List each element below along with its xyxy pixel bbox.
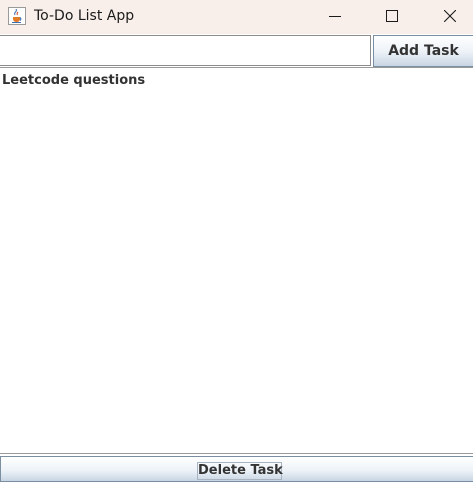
java-cup-icon	[8, 7, 26, 25]
task-input[interactable]	[0, 35, 371, 66]
maximize-button[interactable]	[369, 0, 415, 33]
window-title: To-Do List App	[34, 8, 135, 24]
task-item[interactable]: Leetcode questions	[2, 73, 145, 88]
close-icon	[444, 10, 456, 22]
task-list[interactable]: Leetcode questions	[0, 67, 473, 454]
maximize-icon	[386, 10, 398, 22]
minimize-button[interactable]	[312, 0, 358, 33]
close-button[interactable]	[427, 0, 473, 33]
app-window: To-Do List App Add Task Leetcode questio…	[0, 0, 473, 482]
delete-task-button[interactable]: Delete Task	[0, 456, 473, 482]
delete-task-label: Delete Task	[197, 462, 283, 480]
minimize-icon	[329, 16, 341, 17]
title-bar[interactable]: To-Do List App	[0, 0, 473, 34]
add-task-button[interactable]: Add Task	[373, 35, 473, 67]
